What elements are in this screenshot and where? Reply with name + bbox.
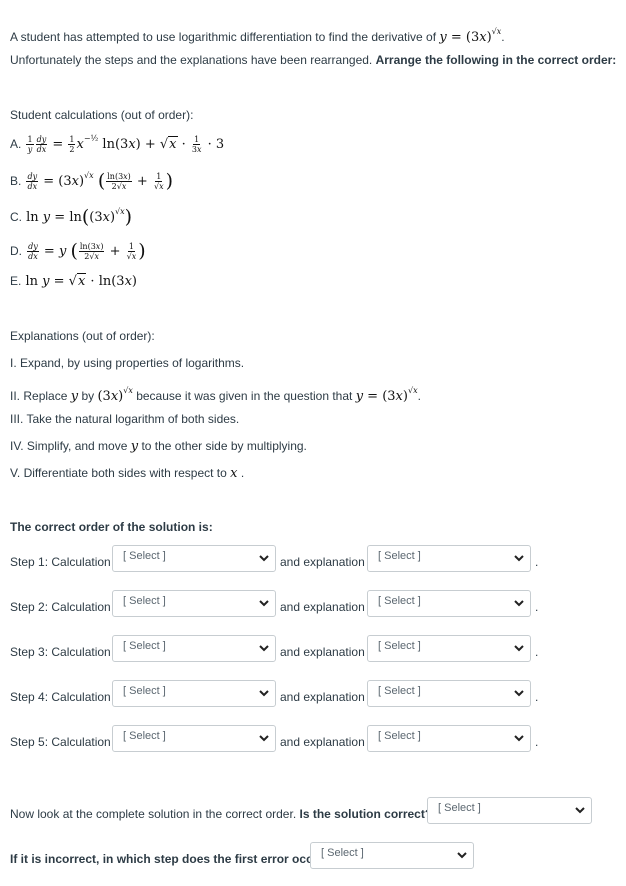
expl-label: I. <box>10 356 17 370</box>
calculation-d: D. dy dx = y (ln(3x) 2√x + 1 √x) <box>10 240 146 262</box>
expl-expr: (3x)√x <box>97 386 133 404</box>
chevron-down-icon <box>514 555 524 562</box>
order-heading: The correct order of the solution is: <box>10 520 213 534</box>
intro-line-2-bold: Arrange the following in the correct ord… <box>375 53 617 67</box>
final-question-1: Now look at the complete solution in the… <box>10 806 432 822</box>
period: . <box>535 735 539 749</box>
intro-text: A student has attempted to use logarithm… <box>10 30 437 44</box>
chevron-down-icon <box>259 645 269 652</box>
step-label: Step 3: Calculation <box>10 645 111 659</box>
step-3-explanation-select[interactable]: [ Select ] <box>367 635 531 662</box>
select-value: [ Select ] <box>123 550 166 562</box>
calculation-a: A. 1 y dy dx = 1 2 x−½ ln(3x) + √x · 1 3x · 3 <box>10 134 225 154</box>
select-value: [ Select ] <box>123 640 166 652</box>
intro-equation: y = (3x)√x <box>439 27 502 45</box>
final-q1-plain: Now look at the complete solution in the… <box>10 807 297 821</box>
select-value: [ Select ] <box>378 595 421 607</box>
chevron-down-icon <box>514 600 524 607</box>
period: . <box>535 690 539 704</box>
expl-text: to the other side by multiplying. <box>141 439 307 453</box>
expl-var: x <box>230 466 238 481</box>
chevron-down-icon <box>514 690 524 697</box>
chevron-down-icon <box>259 600 269 607</box>
calculation-b: B. dy dx = (3x)√x (ln(3x) 2√x + 1 √x) <box>10 170 174 192</box>
final-q1-bold: Is the solution correct? <box>299 807 433 821</box>
and-explanation-label: and explanation <box>280 555 365 569</box>
chevron-down-icon <box>259 735 269 742</box>
step-label: Step 4: Calculation <box>10 690 111 704</box>
select-value: [ Select ] <box>378 550 421 562</box>
chevron-down-icon <box>514 735 524 742</box>
expl-var: y <box>70 389 79 404</box>
explanation-iii: III. Take the natural logarithm of both … <box>10 411 239 427</box>
solution-correct-select[interactable]: [ Select ] <box>427 797 592 824</box>
explanation-i: I. Expand, by using properties of logari… <box>10 355 244 371</box>
select-value: [ Select ] <box>321 847 364 859</box>
select-value: [ Select ] <box>123 595 166 607</box>
expl-text: Replace <box>23 389 68 403</box>
expl-text: Take the natural logarithm of both sides… <box>26 412 240 426</box>
select-value: [ Select ] <box>123 730 166 742</box>
expl-text: because it was given in the question tha… <box>136 389 353 403</box>
step-3-calculation-select[interactable]: [ Select ] <box>112 635 276 662</box>
expl-text: Differentiate both sides with respect to <box>23 466 227 480</box>
step-label: Step 2: Calculation <box>10 600 111 614</box>
step-label: Step 1: Calculation <box>10 555 111 569</box>
intro-line-1: A student has attempted to use logarithm… <box>10 27 505 45</box>
and-explanation-label: and explanation <box>280 645 365 659</box>
intro-line-2-plain: Unfortunately the steps and the explanat… <box>10 53 373 67</box>
expl-label: V. <box>10 466 21 480</box>
calculation-e: E. ln y = √x · ln(3x) <box>10 273 137 289</box>
select-value: [ Select ] <box>378 730 421 742</box>
step-1-explanation-select[interactable]: [ Select ] <box>367 545 531 572</box>
step-5-explanation-select[interactable]: [ Select ] <box>367 725 531 752</box>
final-question-2: If it is incorrect, in which step does t… <box>10 852 333 866</box>
explanations-heading: Explanations (out of order): <box>10 329 155 343</box>
step-4-calculation-select[interactable]: [ Select ] <box>112 680 276 707</box>
step-2-calculation-select[interactable]: [ Select ] <box>112 590 276 617</box>
and-explanation-label: and explanation <box>280 600 365 614</box>
expl-label: IV. <box>10 439 24 453</box>
first-error-step-select[interactable]: [ Select ] <box>310 842 474 869</box>
step-label: Step 5: Calculation <box>10 735 111 749</box>
expl-text: Simplify, and move <box>26 439 128 453</box>
calc-label: D. <box>10 244 22 258</box>
expl-expr-2: y = (3x)√x <box>355 386 418 404</box>
explanation-ii: II. Replace y by (3x)√x because it was g… <box>10 386 421 404</box>
step-4-explanation-select[interactable]: [ Select ] <box>367 680 531 707</box>
select-value: [ Select ] <box>438 802 481 814</box>
expl-label: II. <box>10 389 21 403</box>
expl-text: by <box>81 389 95 403</box>
period: . <box>535 645 539 659</box>
select-value: [ Select ] <box>378 685 421 697</box>
step-2-explanation-select[interactable]: [ Select ] <box>367 590 531 617</box>
step-1-calculation-select[interactable]: [ Select ] <box>112 545 276 572</box>
explanation-v: V. Differentiate both sides with respect… <box>10 466 245 481</box>
expl-var: y <box>130 439 139 454</box>
calc-label: B. <box>10 174 22 188</box>
expl-text: Expand, by using properties of logarithm… <box>20 356 245 370</box>
chevron-down-icon <box>259 555 269 562</box>
chevron-down-icon <box>514 645 524 652</box>
calc-label: A. <box>10 137 22 151</box>
calculation-c: C. ln y = ln((3x)√x) <box>10 206 133 228</box>
calc-label: E. <box>10 274 22 288</box>
chevron-down-icon <box>457 852 467 859</box>
select-value: [ Select ] <box>123 685 166 697</box>
period: . <box>535 600 539 614</box>
and-explanation-label: and explanation <box>280 690 365 704</box>
chevron-down-icon <box>575 807 585 814</box>
calc-label: C. <box>10 210 22 224</box>
explanation-iv: IV. Simplify, and move y to the other si… <box>10 438 307 455</box>
chevron-down-icon <box>259 690 269 697</box>
step-5-calculation-select[interactable]: [ Select ] <box>112 725 276 752</box>
period: . <box>535 555 539 569</box>
calculations-heading: Student calculations (out of order): <box>10 108 194 122</box>
select-value: [ Select ] <box>378 640 421 652</box>
expl-label: III. <box>10 412 24 426</box>
and-explanation-label: and explanation <box>280 735 365 749</box>
intro-line-2: Unfortunately the steps and the explanat… <box>10 52 616 68</box>
